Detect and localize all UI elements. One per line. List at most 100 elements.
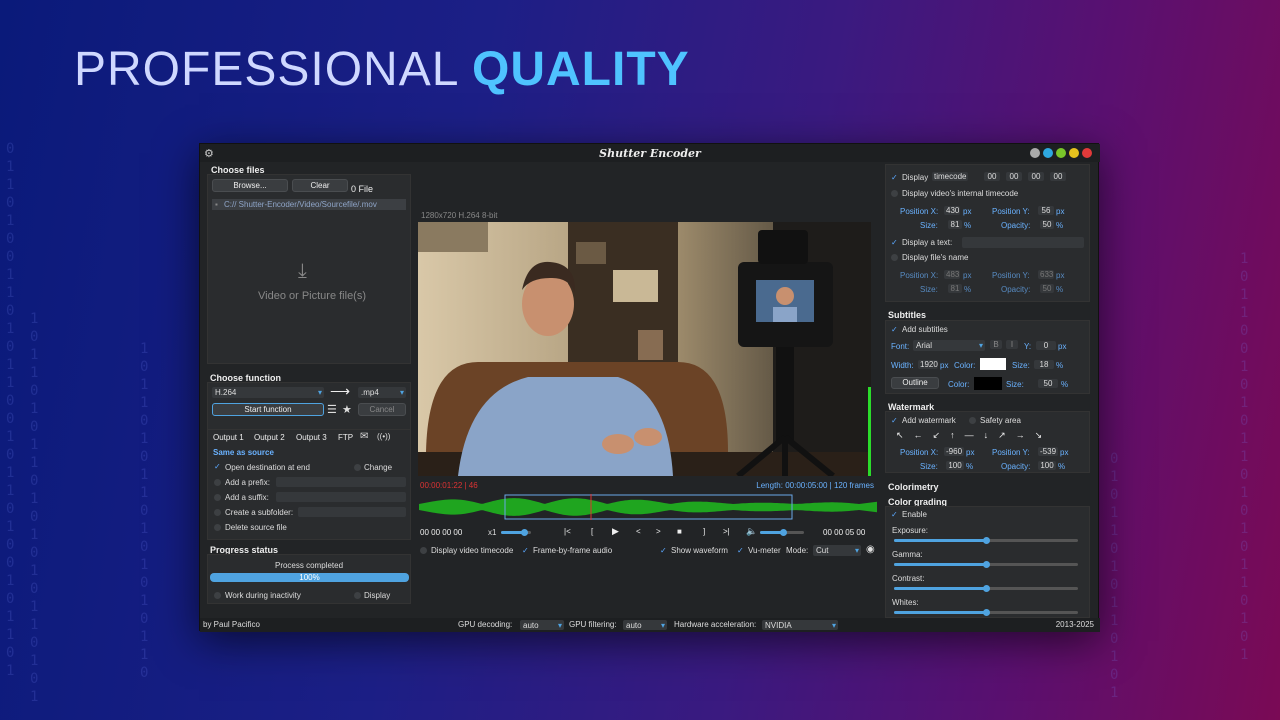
browse-button[interactable]: Browse... bbox=[212, 179, 288, 192]
go-start-button[interactable]: |< bbox=[564, 527, 571, 536]
contrast-slider[interactable] bbox=[894, 585, 1078, 592]
arrow-se-icon[interactable]: ↘ bbox=[1035, 430, 1043, 441]
same-as-source[interactable]: Same as source bbox=[213, 448, 274, 457]
extension-select[interactable]: .mp4 bbox=[358, 387, 406, 398]
display-timecode-checkbox[interactable] bbox=[420, 547, 427, 554]
tab-output-1[interactable]: Output 1 bbox=[213, 433, 244, 442]
wm-posy-input[interactable]: -539 bbox=[1038, 447, 1058, 456]
maximize-icon[interactable] bbox=[1069, 148, 1079, 158]
outline-color-swatch[interactable] bbox=[974, 377, 1002, 390]
tc-size-input[interactable]: 81 bbox=[948, 220, 962, 229]
eye-icon[interactable]: ◉ bbox=[866, 544, 875, 555]
outline-size-input[interactable]: 50 bbox=[1038, 379, 1058, 388]
name-posy-input[interactable]: 633 bbox=[1038, 270, 1054, 279]
stop-button[interactable]: ■ bbox=[677, 527, 682, 536]
safety-area-checkbox[interactable] bbox=[969, 417, 976, 424]
volume-slider[interactable] bbox=[760, 529, 804, 536]
info-icon[interactable] bbox=[1030, 148, 1040, 158]
italic-toggle[interactable]: I bbox=[1006, 340, 1018, 349]
display-timecode-overlay-checkbox[interactable]: ✓ bbox=[891, 174, 898, 182]
arrow-e-icon[interactable]: → bbox=[1016, 430, 1025, 441]
add-subtitles-checkbox[interactable]: ✓ bbox=[891, 326, 898, 334]
display-text-checkbox[interactable]: ✓ bbox=[891, 239, 898, 247]
gpu-filtering-select[interactable]: auto bbox=[623, 620, 667, 631]
overlay-tc-hh[interactable]: 00 bbox=[984, 172, 1000, 181]
center-icon[interactable]: — bbox=[965, 430, 974, 441]
arrow-nw-icon[interactable]: ↖ bbox=[896, 430, 904, 441]
help-icon[interactable] bbox=[1043, 148, 1053, 158]
prefix-input[interactable] bbox=[276, 477, 406, 487]
list-icon[interactable]: ☰ bbox=[327, 403, 337, 416]
whites-slider[interactable] bbox=[894, 609, 1078, 616]
close-icon[interactable] bbox=[1082, 148, 1092, 158]
delete-source-checkbox[interactable] bbox=[214, 524, 221, 531]
arrow-w-icon[interactable]: ← bbox=[914, 430, 923, 441]
overlay-tc-ss[interactable]: 00 bbox=[1028, 172, 1044, 181]
subtitle-size-input[interactable]: 18 bbox=[1034, 360, 1054, 369]
prefix-checkbox[interactable] bbox=[214, 479, 221, 486]
add-watermark-checkbox[interactable]: ✓ bbox=[891, 417, 898, 425]
width-input[interactable]: 1920 bbox=[918, 360, 938, 369]
tab-output-3[interactable]: Output 3 bbox=[296, 433, 327, 442]
mode-select[interactable]: Cut bbox=[813, 545, 861, 556]
arrow-s-icon[interactable]: ↓ bbox=[984, 430, 989, 441]
subfolder-input[interactable] bbox=[298, 507, 406, 517]
file-list-item[interactable]: ▪ C:// Shutter-Encoder/Video/Sourcefile/… bbox=[212, 199, 406, 210]
arrow-sw-icon[interactable]: ↙ bbox=[933, 430, 941, 441]
internal-timecode-checkbox[interactable] bbox=[891, 190, 898, 197]
play-button[interactable]: ▶ bbox=[612, 526, 619, 537]
open-destination-checkbox[interactable]: ✓ bbox=[214, 463, 221, 471]
name-size-input[interactable]: 81 bbox=[948, 284, 962, 293]
name-opacity-input[interactable]: 50 bbox=[1040, 284, 1054, 293]
vu-meter-checkbox[interactable]: ✓ bbox=[737, 547, 744, 555]
enable-grading-checkbox[interactable]: ✓ bbox=[891, 511, 898, 519]
codec-select[interactable]: H.264 bbox=[212, 387, 324, 398]
minimize-icon[interactable] bbox=[1056, 148, 1066, 158]
gpu-decoding-select[interactable]: auto bbox=[520, 620, 564, 631]
tc-posx-input[interactable]: 430 bbox=[944, 206, 960, 215]
wm-opacity-input[interactable]: 100 bbox=[1038, 461, 1056, 470]
hw-acceleration-select[interactable]: NVIDIA bbox=[762, 620, 838, 631]
video-preview[interactable] bbox=[418, 222, 871, 476]
inactivity-checkbox[interactable] bbox=[214, 592, 221, 599]
start-function-button[interactable]: Start function bbox=[212, 403, 324, 416]
suffix-checkbox[interactable] bbox=[214, 494, 221, 501]
change-checkbox[interactable] bbox=[354, 464, 361, 471]
arrow-ne-icon[interactable]: ↗ bbox=[998, 430, 1006, 441]
next-frame-button[interactable]: > bbox=[656, 527, 661, 536]
mark-out-button[interactable]: ] bbox=[703, 527, 705, 536]
overlay-tc-ff[interactable]: 00 bbox=[1050, 172, 1066, 181]
volume-icon[interactable]: 🔈 bbox=[746, 526, 757, 537]
display-filename-checkbox[interactable] bbox=[891, 254, 898, 261]
tc-opacity-input[interactable]: 50 bbox=[1040, 220, 1054, 229]
wm-size-input[interactable]: 100 bbox=[946, 461, 964, 470]
display-text-input[interactable] bbox=[962, 237, 1084, 248]
display-checkbox[interactable] bbox=[354, 592, 361, 599]
email-icon[interactable]: ✉ bbox=[360, 431, 368, 442]
tab-ftp[interactable]: FTP bbox=[338, 433, 353, 442]
subtitle-color-swatch[interactable] bbox=[980, 358, 1006, 370]
overlay-tc-mm[interactable]: 00 bbox=[1006, 172, 1022, 181]
waveform-timeline[interactable] bbox=[419, 493, 877, 521]
prev-frame-button[interactable]: < bbox=[636, 527, 641, 536]
wm-posx-input[interactable]: -960 bbox=[944, 447, 964, 456]
go-end-button[interactable]: >| bbox=[723, 527, 730, 536]
subtitle-y-input[interactable]: 0 bbox=[1036, 341, 1056, 350]
tab-output-2[interactable]: Output 2 bbox=[254, 433, 285, 442]
mark-in-button[interactable]: [ bbox=[591, 527, 593, 536]
bold-toggle[interactable]: B bbox=[990, 340, 1002, 349]
subfolder-checkbox[interactable] bbox=[214, 509, 221, 516]
tc-posy-input[interactable]: 56 bbox=[1038, 206, 1054, 215]
frame-audio-checkbox[interactable]: ✓ bbox=[522, 547, 529, 555]
clear-button[interactable]: Clear bbox=[292, 179, 348, 192]
cancel-button[interactable]: Cancel bbox=[358, 403, 406, 416]
overlay-timecode-select[interactable]: timecode bbox=[932, 172, 969, 181]
arrow-n-icon[interactable]: ↑ bbox=[950, 430, 955, 441]
font-select[interactable]: Arial bbox=[913, 340, 985, 351]
star-icon[interactable]: ★ bbox=[342, 403, 352, 416]
outline-button[interactable]: Outline bbox=[891, 377, 939, 389]
broadcast-icon[interactable]: ((•)) bbox=[377, 432, 390, 441]
suffix-input[interactable] bbox=[276, 492, 406, 502]
name-posx-input[interactable]: 483 bbox=[944, 270, 960, 279]
exposure-slider[interactable] bbox=[894, 537, 1078, 544]
